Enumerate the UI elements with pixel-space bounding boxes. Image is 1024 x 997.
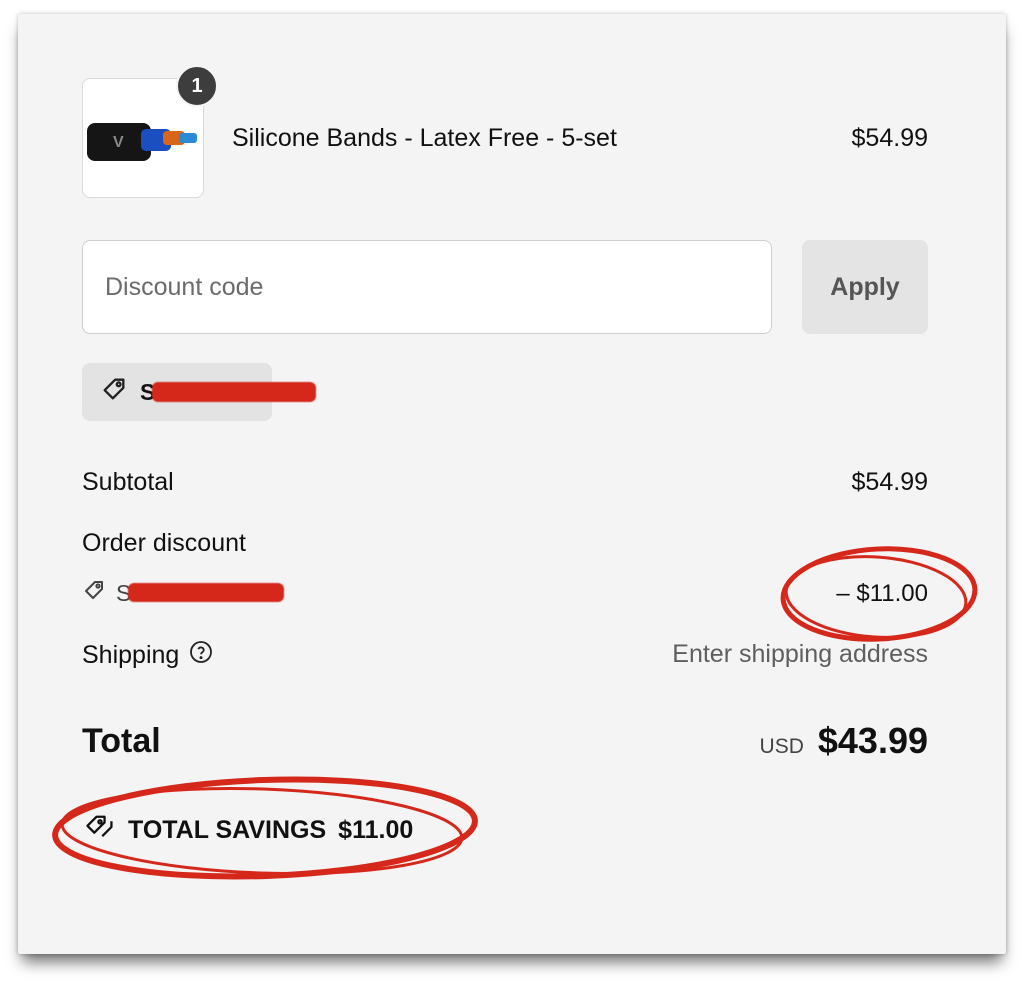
subtotal-value: $54.99 — [851, 468, 928, 496]
order-discount-label: Order discount — [82, 529, 246, 557]
currency-code: USD — [759, 735, 804, 758]
order-discount-code: S — [82, 578, 131, 608]
product-name: Silicone Bands - Latex Free - 5-set — [232, 124, 617, 152]
shipping-label-row: Shipping — [82, 640, 213, 671]
redaction-mark — [152, 382, 316, 402]
tag-icon — [82, 578, 106, 608]
quantity-badge: 1 — [176, 65, 218, 107]
subtotal-label: Subtotal — [82, 468, 174, 496]
svg-text:V: V — [113, 134, 124, 151]
total-label: Total — [82, 722, 161, 760]
shipping-value: Enter shipping address — [672, 640, 928, 668]
discount-code-input[interactable] — [82, 240, 772, 334]
savings-value: $11.00 — [338, 816, 414, 844]
apply-button[interactable]: Apply — [802, 240, 928, 334]
total-savings: TOTAL SAVINGS $11.00 — [84, 813, 413, 848]
redaction-mark — [128, 583, 284, 602]
total-amount: $43.99 — [817, 720, 928, 761]
total-value: USD $43.99 — [760, 720, 928, 762]
tags-icon — [84, 813, 116, 848]
savings-label: TOTAL SAVINGS — [128, 816, 327, 844]
order-discount-value: – $11.00 — [836, 580, 928, 607]
help-icon[interactable] — [189, 640, 213, 671]
product-price: $54.99 — [851, 124, 928, 152]
shipping-label: Shipping — [82, 641, 180, 669]
tag-icon — [100, 375, 128, 409]
